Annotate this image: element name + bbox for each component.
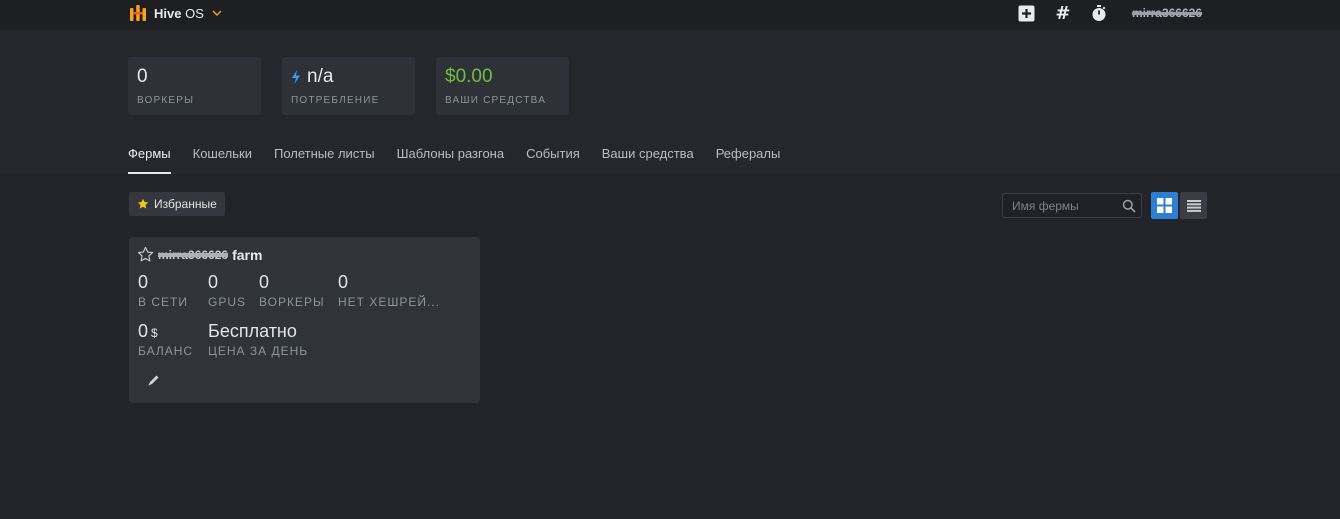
stat-workers-value: 0	[137, 66, 148, 87]
brand-name-main: Hive	[154, 5, 182, 21]
hash-button[interactable]: #	[1052, 2, 1074, 24]
stat-consumption: n/a Потребление	[282, 57, 415, 115]
tab-overclock-templates[interactable]: Шаблоны разгона	[397, 146, 504, 174]
chevron-down-icon	[212, 10, 222, 16]
favorites-button[interactable]: Избранные	[129, 192, 225, 216]
brand-logo[interactable]: Hive OS	[128, 2, 222, 24]
brand-name: Hive OS	[154, 6, 204, 21]
tab-wallets[interactable]: Кошельки	[193, 146, 252, 174]
stat-funds-label: Ваши средства	[445, 95, 547, 106]
tab-farms[interactable]: Фермы	[128, 146, 171, 174]
farm-stat-gpus: 0 GPUs	[208, 272, 246, 309]
farm-stat-online-value: 0	[138, 272, 149, 292]
farm-stat-balance-label: Баланс	[138, 344, 194, 358]
farm-stat-workers-value: 0	[259, 272, 270, 292]
farm-search-input[interactable]	[1003, 194, 1121, 217]
farm-stat-price: Бесплатно Цена за день	[208, 321, 308, 358]
tab-events[interactable]: События	[526, 146, 580, 174]
timer-button[interactable]	[1088, 2, 1110, 24]
star-icon	[137, 198, 149, 209]
tab-your-funds[interactable]: Ваши средства	[602, 146, 694, 174]
farm-stat-price-label: Цена за день	[208, 344, 309, 358]
stopwatch-icon	[1092, 5, 1106, 21]
farm-stat-online-label: В сети	[138, 295, 188, 309]
farm-owner: mirra366626	[158, 247, 229, 262]
farm-stat-workers: 0 Воркеры	[259, 272, 325, 309]
grid-view-button[interactable]	[1151, 192, 1178, 219]
stat-consumption-value: n/a	[291, 66, 333, 88]
farm-search	[1002, 193, 1142, 218]
farm-title: mirra366626 farm	[137, 246, 262, 263]
add-button[interactable]	[1016, 2, 1038, 24]
farm-balance-number: 0	[138, 321, 149, 341]
top-actions: # mirra366626	[1016, 2, 1202, 24]
favorites-label: Избранные	[154, 197, 217, 211]
top-bar: Hive OS # mirra366626	[0, 0, 1340, 30]
farm-stat-no-hashrate-label: Нет хешрей...	[338, 295, 440, 309]
farm-stat-price-value: Бесплатно	[208, 321, 297, 341]
farm-stat-online: 0 В сети	[138, 272, 188, 309]
plus-square-icon	[1018, 5, 1035, 21]
farm-stat-no-hashrate-value: 0	[338, 272, 349, 292]
farm-stat-balance-value: 0 $	[138, 321, 193, 342]
star-outline-icon[interactable]	[137, 246, 154, 263]
stat-consumption-number: n/a	[307, 66, 334, 87]
brand-name-suffix: OS	[185, 5, 204, 21]
main-tabs: Фермы Кошельки Полетные листы Шаблоны ра…	[128, 146, 780, 174]
stat-funds-value: $0.00	[445, 66, 493, 87]
stat-workers-label: Воркеры	[137, 95, 195, 106]
farm-stat-no-hashrate: 0 Нет хешрей...	[338, 272, 440, 309]
hive-logo-icon	[130, 5, 146, 21]
farm-balance-currency: $	[151, 326, 158, 340]
stat-workers: 0 Воркеры	[128, 57, 261, 115]
grid-icon	[1157, 198, 1172, 213]
farm-stat-workers-label: Воркеры	[259, 295, 325, 309]
list-view-button[interactable]	[1180, 192, 1207, 219]
farm-stat-balance: 0 $ Баланс	[138, 321, 193, 358]
lightning-icon	[292, 70, 300, 84]
tab-flight-sheets[interactable]: Полетные листы	[274, 146, 375, 174]
user-menu[interactable]: mirra366626	[1132, 6, 1202, 20]
list-icon	[1186, 199, 1201, 212]
pencil-icon[interactable]	[147, 374, 160, 387]
farm-card[interactable]: mirra366626 farm 0 В сети 0 GPUs 0 Ворке…	[129, 237, 480, 403]
stat-consumption-label: Потребление	[291, 95, 380, 106]
tab-referrals[interactable]: Рефералы	[716, 146, 781, 174]
stat-funds: $0.00 Ваши средства	[436, 57, 569, 115]
farm-name[interactable]: farm	[232, 247, 262, 263]
farm-stat-gpus-label: GPUs	[208, 295, 247, 309]
farm-stat-gpus-value: 0	[208, 272, 219, 292]
search-icon[interactable]	[1122, 199, 1136, 213]
